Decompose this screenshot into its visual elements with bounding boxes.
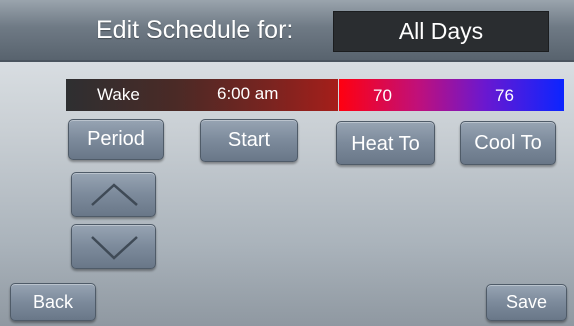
page-title: Edit Schedule for: — [96, 16, 294, 44]
schedule-row: Wake 6:00 am 70 76 — [66, 79, 564, 111]
heat-to-button[interactable]: Heat To — [336, 121, 435, 165]
edit-schedule-screen: Edit Schedule for: All Days Wake 6:00 am… — [0, 0, 574, 326]
increase-button[interactable] — [71, 172, 156, 217]
chevron-up-icon — [91, 183, 138, 206]
heat-setpoint: 70 — [373, 86, 392, 105]
back-button[interactable]: Back — [10, 283, 96, 321]
cool-setpoint: 76 — [495, 86, 514, 105]
day-selector[interactable]: All Days — [333, 11, 549, 52]
decrease-button[interactable] — [71, 224, 156, 269]
header-bar: Edit Schedule for: All Days — [0, 0, 574, 62]
start-button[interactable]: Start — [200, 119, 298, 162]
start-time: 6:00 am — [217, 84, 279, 103]
period-button[interactable]: Period — [68, 119, 164, 160]
chevron-down-icon — [91, 236, 138, 260]
period-name: Wake — [97, 85, 140, 104]
save-button[interactable]: Save — [486, 284, 567, 321]
setpoint-bar: 70 76 — [339, 79, 564, 111]
period-time-bar: Wake 6:00 am — [66, 79, 338, 111]
cool-to-button[interactable]: Cool To — [460, 121, 556, 165]
